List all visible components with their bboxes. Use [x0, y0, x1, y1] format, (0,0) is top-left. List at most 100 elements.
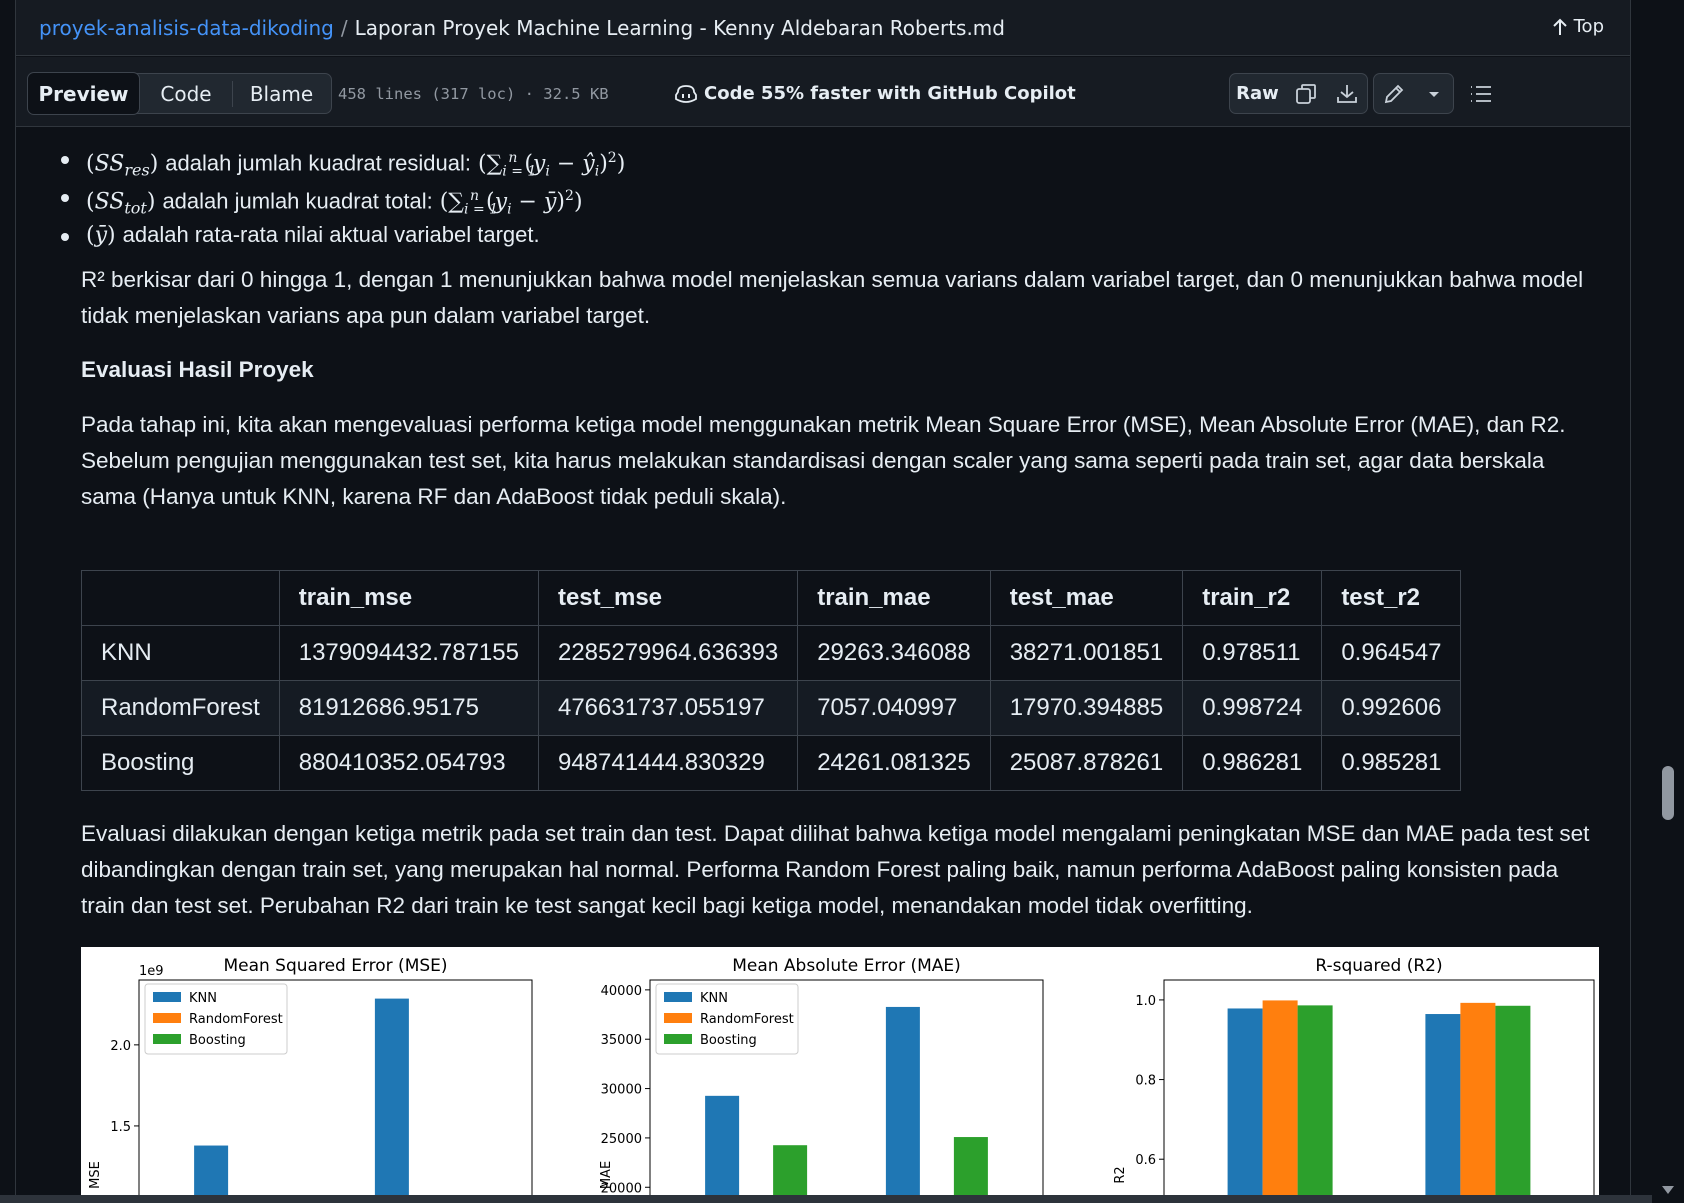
bar-knn [1227, 1008, 1263, 1203]
table-cell: KNN [81, 625, 280, 681]
metrics-table: train_mse test_mse train_mae test_mae tr… [81, 570, 1462, 791]
legend-label: RandomForest [189, 1012, 283, 1027]
download-icon [1336, 84, 1357, 103]
table-cell: 880410352.054793 [278, 735, 539, 791]
bar-randomforest [1262, 1000, 1298, 1203]
section-heading: Evaluasi Hasil Proyek [81, 357, 314, 382]
scrollbar-thumb[interactable] [1662, 766, 1674, 820]
arrow-up-icon [1552, 18, 1567, 35]
legend-swatch [153, 992, 181, 1002]
y-tick-label: 1.5 [110, 1120, 131, 1135]
chevron-down-icon [1428, 91, 1439, 97]
tab-code[interactable]: Code [140, 73, 232, 114]
y-tick-label: 1.0 [1135, 994, 1156, 1009]
outline-button[interactable] [1460, 73, 1502, 114]
scrollbar[interactable] [1652, 0, 1684, 1203]
table-header-cell: test_mse [537, 570, 799, 626]
y-tick-label: 0.6 [1135, 1153, 1156, 1168]
pencil-icon [1384, 84, 1404, 103]
table-cell: 0.985281 [1321, 735, 1462, 791]
bar-randomforest [1460, 1002, 1496, 1203]
repo-link[interactable]: proyek-analisis-data-dikoding [39, 16, 334, 40]
table-cell: 38271.001851 [989, 625, 1184, 681]
legend-swatch [153, 1013, 181, 1023]
table-header-cell: train_r2 [1182, 570, 1323, 626]
table-cell: 948741444.830329 [537, 735, 799, 791]
table-header-row: train_mse test_mse train_mae test_mae tr… [81, 570, 1462, 626]
table-cell: 81912686.95175 [278, 680, 539, 736]
bar-knn [1425, 1014, 1461, 1203]
table-cell: 24261.081325 [797, 735, 991, 791]
edit-options-button[interactable] [1414, 73, 1454, 114]
table-cell: 476631737.055197 [537, 680, 799, 736]
chart-title: Mean Squared Error (MSE) [223, 956, 447, 976]
top-button[interactable]: Top [1552, 16, 1604, 37]
table-row: KNN 1379094432.787155 2285279964.636393 … [81, 625, 1462, 681]
y-tick-label: 35000 [601, 1033, 642, 1048]
file-path-header: proyek-analisis-data-dikoding / Laporan … [16, 0, 1630, 56]
legend-label: RandomForest [700, 1012, 794, 1027]
table-header-cell: train_mae [797, 570, 991, 626]
tab-blame[interactable]: Blame [232, 80, 330, 107]
table-cell: 1379094432.787155 [278, 625, 539, 681]
table-header-cell [81, 570, 280, 626]
table-row: Boosting 880410352.054793 948741444.8303… [81, 735, 1462, 791]
top-label: Top [1573, 16, 1604, 37]
table-cell: 2285279964.636393 [537, 625, 799, 681]
table-cell: 0.992606 [1321, 680, 1462, 736]
file-info: 458 lines (317 loc) · 32.5 KB [338, 85, 609, 103]
download-button[interactable] [1326, 73, 1368, 114]
copilot-icon [675, 84, 697, 103]
table-cell: 25087.878261 [989, 735, 1184, 791]
copilot-promo[interactable]: Code 55% faster with GitHub Copilot [674, 83, 1076, 104]
y-axis-label: MSE [88, 1161, 103, 1189]
y-scale-label: 1e9 [139, 964, 164, 979]
table-cell: RandomForest [81, 680, 280, 736]
scroll-down-icon[interactable] [1662, 1186, 1674, 1194]
table-cell: 0.978511 [1182, 625, 1323, 681]
conclusion-paragraph: Evaluasi dilakukan dengan ketiga metrik … [81, 821, 1590, 918]
legend-label: KNN [700, 991, 728, 1006]
bar-knn [885, 1006, 920, 1203]
tab-preview[interactable]: Preview [27, 72, 140, 115]
y-tick-label: 0.8 [1135, 1074, 1156, 1089]
legend-swatch [664, 1013, 692, 1023]
horizontal-scrollbar[interactable] [0, 1195, 1652, 1203]
y-tick-label: 30000 [601, 1083, 642, 1098]
copy-icon [1295, 83, 1316, 104]
file-view: proyek-analisis-data-dikoding / Laporan … [15, 0, 1631, 1203]
legend-label: Boosting [700, 1033, 757, 1048]
file-name: Laporan Proyek Machine Learning - Kenny … [354, 15, 1005, 40]
copy-button[interactable] [1285, 73, 1327, 114]
list-item-y-bar: (ȳ) adalah rata-rata nilai aktual variab… [61, 217, 540, 254]
y-tick-label: 40000 [601, 984, 642, 999]
table-cell: 0.986281 [1182, 735, 1323, 791]
table-cell: 17970.394885 [989, 680, 1184, 736]
view-mode-switch: Preview Code Blame [27, 72, 332, 115]
bar-boosting [1495, 1005, 1531, 1203]
table-header-cell: train_mse [278, 570, 539, 626]
bar-knn [705, 1095, 740, 1203]
chart-title: R-squared (R2) [1315, 956, 1442, 976]
raw-button[interactable]: Raw [1229, 73, 1286, 114]
file-toolbar: Preview Code Blame 458 lines (317 loc) ·… [16, 57, 1630, 127]
bar-boosting [1297, 1005, 1333, 1203]
edit-button[interactable] [1373, 73, 1415, 114]
intro-paragraph: Pada tahap ini, kita akan mengevaluasi p… [81, 412, 1566, 509]
legend-swatch [664, 992, 692, 1002]
legend-label: Boosting [189, 1033, 246, 1048]
chart-title: Mean Absolute Error (MAE) [732, 956, 961, 976]
y-tick-label: 25000 [601, 1132, 642, 1147]
list-icon [1471, 85, 1491, 102]
table-cell: 7057.040997 [797, 680, 991, 736]
table-row: RandomForest 81912686.95175 476631737.05… [81, 680, 1462, 736]
r2-paragraph: R² berkisar dari 0 hingga 1, dengan 1 me… [81, 267, 1584, 328]
bar-boosting [953, 1137, 988, 1203]
path-separator: / [340, 15, 348, 40]
table-cell: 0.998724 [1182, 680, 1323, 736]
legend-label: KNN [189, 991, 217, 1006]
table-cell: 0.964547 [1321, 625, 1462, 681]
y-tick-label: 20000 [601, 1181, 642, 1196]
copilot-text: Code 55% faster with GitHub Copilot [704, 83, 1076, 104]
table-header-cell: test_mae [989, 570, 1184, 626]
